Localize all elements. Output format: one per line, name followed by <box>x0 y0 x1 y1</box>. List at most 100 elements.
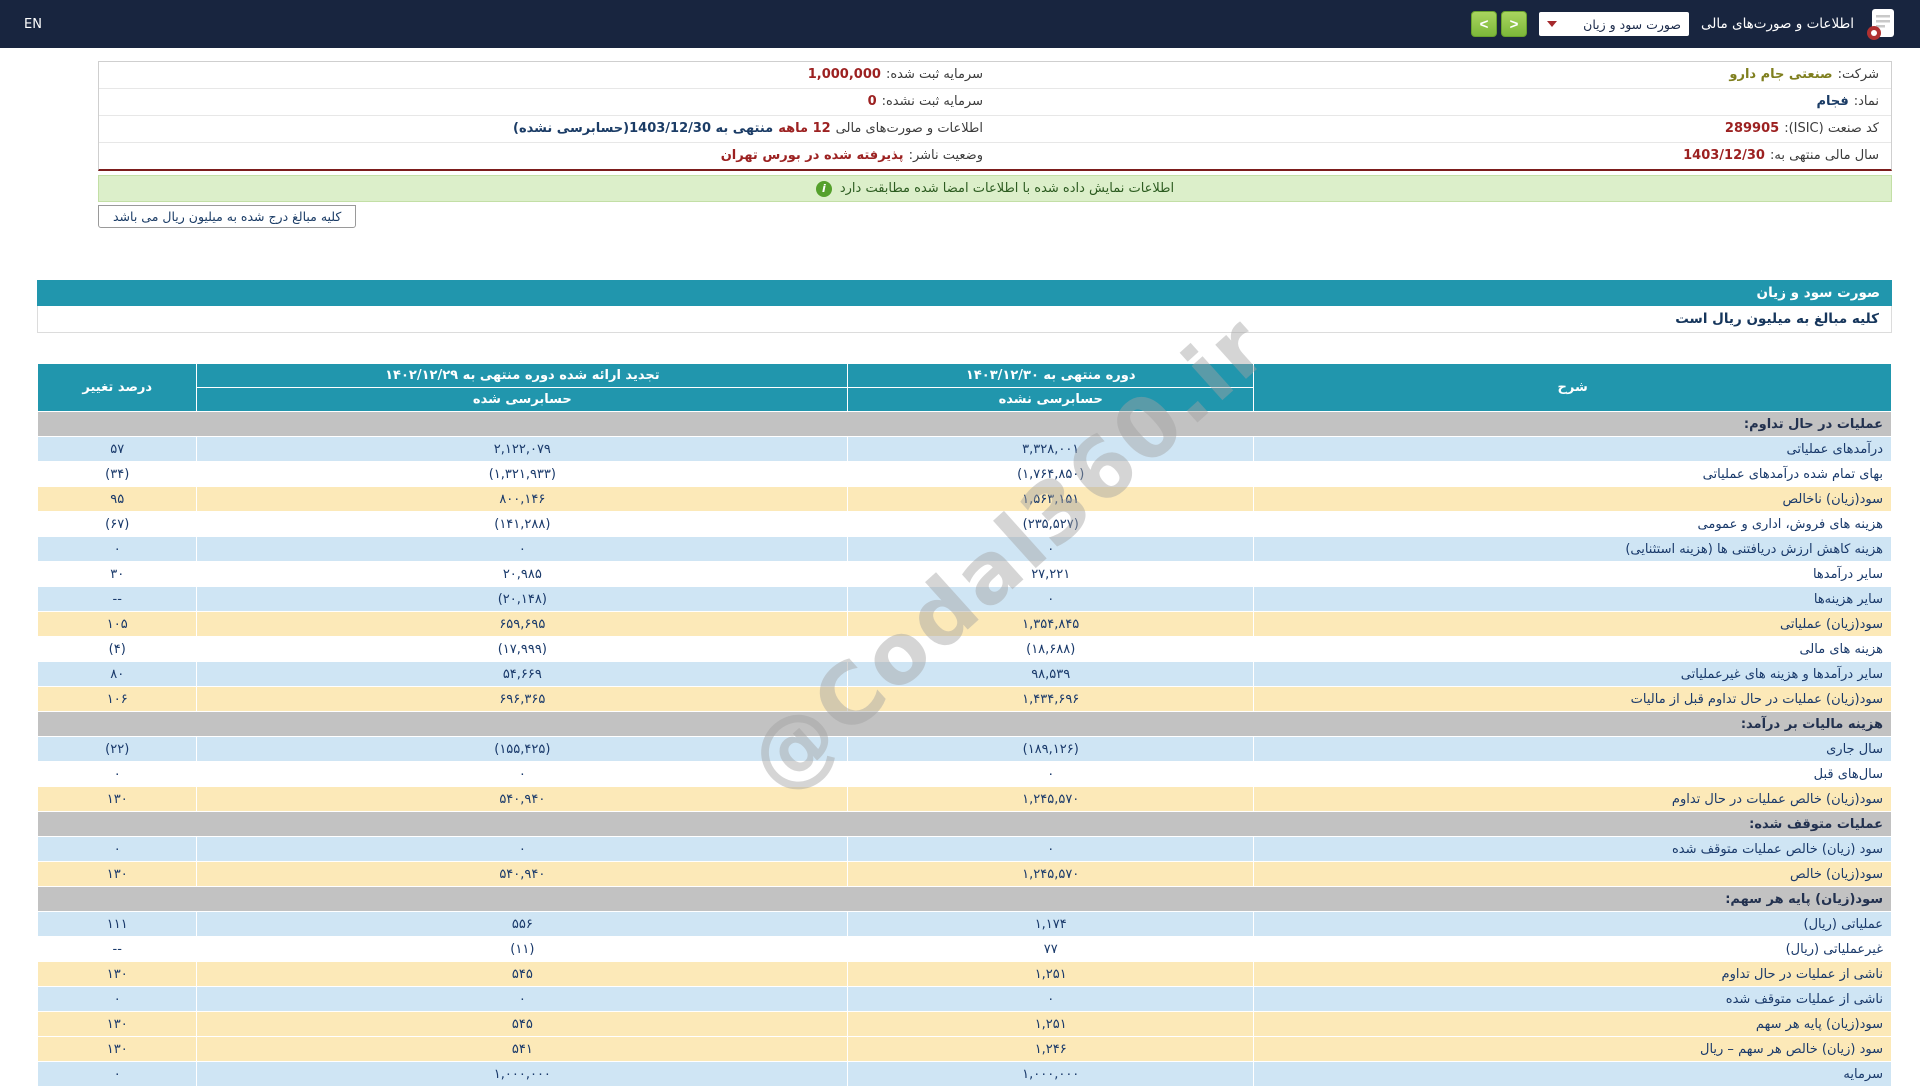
section-row: سود(زیان) پایه هر سهم: <box>38 887 1892 912</box>
value-current-period: ۱,۲۴۵,۵۷۰ <box>848 862 1254 887</box>
nav-left-button[interactable]: < <box>1471 11 1497 37</box>
value-prior-period: ۶۹۶,۳۶۵ <box>197 687 848 712</box>
statement-row: سود(زیان) خالص عملیات در حال تداوم۱,۲۴۵,… <box>38 787 1892 812</box>
value-current-period: ۰ <box>848 837 1254 862</box>
value-prior-period: ۵۴۵ <box>197 962 848 987</box>
value-prior-period: (۱,۳۲۱,۹۳۳) <box>197 462 848 487</box>
col-header-prior-period: تجدید ارائه شده دوره منتهی به ۱۴۰۲/۱۲/۲۹ <box>197 364 848 388</box>
info-value: صنعتی جام دارو <box>1729 66 1832 84</box>
value-prior-period: ۵۴۰,۹۴۰ <box>197 787 848 812</box>
value-current-period: (۱۸۹,۱۲۶) <box>848 737 1254 762</box>
statement-row: سایر درآمدها و هزینه های غیرعملیاتی۹۸,۵۳… <box>38 662 1892 687</box>
company-info-cell: کد صنعت (ISIC): 289905 <box>995 116 1891 142</box>
statement-row: هزینه های فروش، اداری و عمومی(۲۳۵,۵۲۷)(۱… <box>38 512 1892 537</box>
row-label: هزینه کاهش ارزش دریافتنی ها (هزینه استثن… <box>1254 537 1892 562</box>
value-prior-period: ۵۴,۶۶۹ <box>197 662 848 687</box>
info-value: 0 <box>868 93 877 111</box>
value-current-period: ۰ <box>848 987 1254 1012</box>
value-current-period: ۷۷ <box>848 937 1254 962</box>
value-change-percent: (۴) <box>38 637 197 662</box>
value-prior-period: ۰ <box>197 762 848 787</box>
company-info-row: کد صنعت (ISIC): 289905 اطلاعات و صورت‌های … <box>99 116 1891 143</box>
value-change-percent: ۱۰۵ <box>38 612 197 637</box>
row-label: سال‌های قبل <box>1254 762 1892 787</box>
statement-row: سود (زیان) خالص هر سهم – ریال۱,۲۴۶۵۴۱۱۳۰ <box>38 1037 1892 1062</box>
top-navigation-bar: اطلاعات و صورت‌های مالی صورت سود و زیان … <box>0 0 1920 48</box>
row-label: سود (زیان) خالص عملیات متوقف شده <box>1254 837 1892 862</box>
section-row: عملیات در حال تداوم: <box>38 412 1892 437</box>
statement-row: هزینه های مالی(۱۸,۶۸۸)(۱۷,۹۹۹)(۴) <box>38 637 1892 662</box>
info-value: پذیرفته شده در بورس تهران <box>721 147 904 165</box>
value-current-period: ۰ <box>848 587 1254 612</box>
company-info-cell: شرکت: صنعتی جام دارو <box>995 62 1891 88</box>
value-change-percent: ۰ <box>38 762 197 787</box>
row-label: سود(زیان) خالص عملیات در حال تداوم <box>1254 787 1892 812</box>
row-label: سایر درآمدها و هزینه های غیرعملیاتی <box>1254 662 1892 687</box>
col-header-description: شرح <box>1254 364 1892 412</box>
value-prior-period: ۸۰۰,۱۴۶ <box>197 487 848 512</box>
section-label: هزینه مالیات بر درآمد: <box>38 712 1892 737</box>
value-prior-period: (۱۷,۹۹۹) <box>197 637 848 662</box>
statement-nav-buttons: > < <box>1471 11 1527 37</box>
value-change-percent: ۰ <box>38 537 197 562</box>
row-label: هزینه های فروش، اداری و عمومی <box>1254 512 1892 537</box>
row-label: سود(زیان) عملیاتی <box>1254 612 1892 637</box>
report-type-select[interactable]: صورت سود و زیان <box>1539 12 1689 36</box>
value-change-percent: -- <box>38 587 197 612</box>
info-value: منتهی به 1403/12/30(حسابرسی نشده) <box>513 120 773 138</box>
statement-row: ناشی از عملیات متوقف شده۰۰۰ <box>38 987 1892 1012</box>
statement-row: سایر درآمدها۲۷,۲۲۱۲۰,۹۸۵۳۰ <box>38 562 1892 587</box>
info-value: فجام <box>1816 93 1848 111</box>
info-value: 289905 <box>1725 120 1779 138</box>
value-prior-period: (۱۱) <box>197 937 848 962</box>
value-current-period: (۱۸,۶۸۸) <box>848 637 1254 662</box>
statement-row: بهای تمام شده درآمدهای عملیاتی(۱,۷۶۴,۸۵۰… <box>38 462 1892 487</box>
value-prior-period: ۵۴۰,۹۴۰ <box>197 862 848 887</box>
value-change-percent: ۹۵ <box>38 487 197 512</box>
value-current-period: ۱,۲۵۱ <box>848 962 1254 987</box>
value-change-percent: ۱۳۰ <box>38 862 197 887</box>
row-label: سرمایه <box>1254 1062 1892 1087</box>
info-label: شرکت: <box>1838 66 1879 84</box>
value-change-percent: ۳۰ <box>38 562 197 587</box>
value-current-period: ۳,۳۲۸,۰۰۱ <box>848 437 1254 462</box>
row-label: سال جاری <box>1254 737 1892 762</box>
value-prior-period: (۱۵۵,۴۲۵) <box>197 737 848 762</box>
info-label: اطلاعات و صورت‌های مالی <box>836 120 983 138</box>
row-label: سود(زیان) پایه هر سهم <box>1254 1012 1892 1037</box>
statement-row: غیرعملیاتی (ریال)۷۷(۱۱)-- <box>38 937 1892 962</box>
company-info-cell: سرمایه ثبت نشده:0 <box>99 89 995 115</box>
row-label: ناشی از عملیات در حال تداوم <box>1254 962 1892 987</box>
row-label: عملیاتی (ریال) <box>1254 912 1892 937</box>
value-current-period: ۱,۱۷۴ <box>848 912 1254 937</box>
info-label: سرمایه ثبت شده: <box>886 66 983 84</box>
value-current-period: ۱,۵۶۳,۱۵۱ <box>848 487 1254 512</box>
row-label: غیرعملیاتی (ریال) <box>1254 937 1892 962</box>
value-change-percent: ۱۳۰ <box>38 962 197 987</box>
section-label: عملیات در حال تداوم: <box>38 412 1892 437</box>
info-label: وضعیت ناشر: <box>909 147 983 165</box>
statement-row: هزینه کاهش ارزش دریافتنی ها (هزینه استثن… <box>38 537 1892 562</box>
section-row: هزینه مالیات بر درآمد: <box>38 712 1892 737</box>
row-label: ناشی از عملیات متوقف شده <box>1254 987 1892 1012</box>
info-label: کد صنعت (ISIC): <box>1784 120 1879 138</box>
company-info-cell: سال مالی منتهی به:1403/12/30 <box>995 143 1891 169</box>
value-prior-period: (۱۴۱,۲۸۸) <box>197 512 848 537</box>
value-prior-period: ۵۵۶ <box>197 912 848 937</box>
statement-row: سود(زیان) پایه هر سهم۱,۲۵۱۵۴۵۱۳۰ <box>38 1012 1892 1037</box>
amounts-unit-tab[interactable]: کلیه مبالغ درج شده به میلیون ریال می باش… <box>98 205 356 228</box>
row-label: سایر هزینه‌ها <box>1254 587 1892 612</box>
dropdown-caret-icon <box>1547 21 1557 27</box>
row-label: سود(زیان) عملیات در حال تداوم قبل از مال… <box>1254 687 1892 712</box>
company-info-panel: شرکت:صنعتی جام داروسرمایه ثبت شده:1,000,… <box>98 61 1892 171</box>
value-current-period: ۱,۲۴۵,۵۷۰ <box>848 787 1254 812</box>
statement-table-body: عملیات در حال تداوم:درآمدهای عملیاتی۳,۳۲… <box>38 412 1892 1087</box>
value-change-percent: ۵۷ <box>38 437 197 462</box>
nav-right-button[interactable]: > <box>1501 11 1527 37</box>
info-label: سال مالی منتهی به: <box>1770 147 1879 165</box>
value-change-percent: (۳۴) <box>38 462 197 487</box>
value-current-period: ۱,۴۳۴,۶۹۶ <box>848 687 1254 712</box>
company-info-row: نماد:فجامسرمایه ثبت نشده:0 <box>99 89 1891 116</box>
notice-text: اطلاعات نمایش داده شده با اطلاعات امضا ش… <box>840 181 1174 196</box>
language-switch-en[interactable]: EN <box>24 17 42 32</box>
